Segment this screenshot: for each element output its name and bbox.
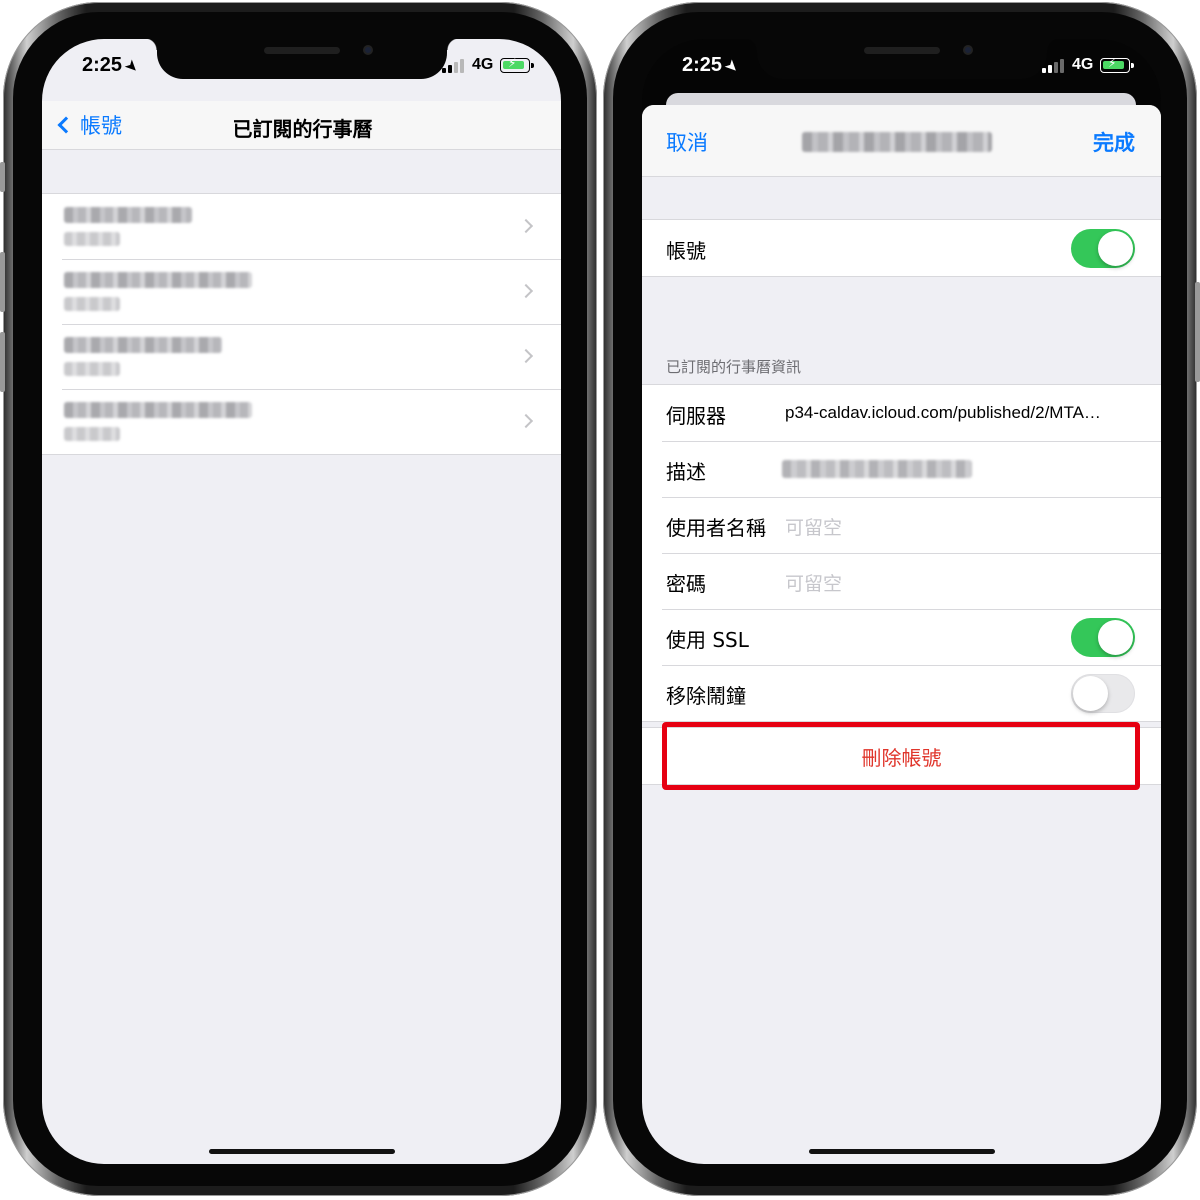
page-title: 已訂閱的行事曆 — [232, 117, 373, 141]
notch — [745, 39, 1059, 79]
account-toggle[interactable] — [1071, 229, 1135, 268]
server-cell[interactable]: 伺服器 p34-caldav.icloud.com/published/2/MT… — [642, 385, 1161, 441]
username-input[interactable]: 可留空 — [785, 513, 842, 540]
calendar-subtitle-redacted — [64, 232, 120, 246]
location-arrow-icon: ➤ — [722, 56, 743, 76]
battery-charging-icon: ⚡ — [1100, 56, 1134, 73]
red-highlight-box — [662, 722, 1140, 790]
calendar-title-redacted — [64, 337, 222, 353]
cancel-button[interactable]: 取消 — [666, 127, 708, 157]
password-input[interactable]: 可留空 — [785, 569, 842, 596]
home-indicator[interactable] — [809, 1149, 995, 1154]
front-camera — [363, 45, 373, 55]
toggle-knob — [1098, 620, 1133, 655]
server-label: 伺服器 — [666, 404, 726, 428]
remove-alarms-toggle[interactable] — [1071, 674, 1135, 713]
chevron-right-icon — [518, 218, 534, 234]
username-cell[interactable]: 使用者名稱 可留空 — [642, 497, 1161, 553]
calendar-subtitle-redacted — [64, 427, 120, 441]
navigation-bar: 帳號 已訂閱的行事曆 — [42, 101, 561, 150]
location-arrow-icon: ➤ — [122, 56, 143, 76]
ssl-cell: 使用 SSL — [642, 609, 1161, 665]
calendar-info-group: 伺服器 p34-caldav.icloud.com/published/2/MT… — [642, 384, 1161, 722]
account-label: 帳號 — [666, 239, 706, 263]
speaker-grille — [864, 47, 940, 54]
calendar-row[interactable] — [42, 194, 561, 259]
ssl-toggle[interactable] — [1071, 618, 1135, 657]
calendar-title-redacted — [64, 272, 252, 288]
description-cell[interactable]: 描述 — [642, 441, 1161, 497]
side-button — [1195, 282, 1200, 382]
section-header-calendar-info: 已訂閱的行事曆資訊 — [666, 358, 802, 376]
password-label: 密碼 — [666, 572, 706, 596]
toggle-knob — [1073, 676, 1108, 711]
volume-down-button — [0, 332, 5, 392]
modal-sheet: 取消 完成 帳號 已訂閱的行事曆資訊 伺服器 p34-caldav.icloud… — [642, 105, 1161, 1164]
chevron-right-icon — [518, 348, 534, 364]
username-label: 使用者名稱 — [666, 516, 766, 540]
remove-alarms-label: 移除鬧鐘 — [666, 684, 746, 708]
calendar-subtitle-redacted — [64, 362, 120, 376]
calendar-row[interactable] — [42, 389, 561, 454]
calendar-name-redacted — [802, 132, 992, 152]
phone-right: 2:25➤ 4G ⚡ 取消 完成 帳號 已訂閱的行事曆資訊 伺服器 p34-ca… — [603, 2, 1200, 1196]
description-label: 描述 — [666, 460, 706, 484]
calendar-row[interactable] — [42, 259, 561, 324]
mute-switch — [0, 162, 5, 192]
done-button[interactable]: 完成 — [1093, 127, 1135, 157]
remove-alarms-cell: 移除鬧鐘 — [642, 665, 1161, 721]
calendar-list — [42, 193, 561, 455]
network-type: 4G — [472, 56, 494, 73]
calendar-subtitle-redacted — [64, 297, 120, 311]
description-value-redacted[interactable] — [782, 460, 972, 478]
server-value[interactable]: p34-caldav.icloud.com/published/2/MTA… — [785, 403, 1137, 423]
screen-calendar-settings: 2:25➤ 4G ⚡ 取消 完成 帳號 已訂閱的行事曆資訊 伺服器 p34-ca… — [642, 39, 1161, 1164]
speaker-grille — [264, 47, 340, 54]
network-type: 4G — [1072, 56, 1094, 73]
navigation-bar: 取消 完成 — [642, 105, 1161, 177]
chevron-right-icon — [518, 283, 534, 299]
toggle-knob — [1098, 231, 1133, 266]
account-group: 帳號 — [642, 219, 1161, 277]
ssl-label: 使用 SSL — [666, 628, 749, 652]
phone-left: 2:25➤ 4G ⚡ 帳號 已訂閱的行事曆 — [0, 2, 597, 1196]
calendar-row[interactable] — [42, 324, 561, 389]
notch — [145, 39, 459, 79]
password-cell[interactable]: 密碼 可留空 — [642, 553, 1161, 609]
volume-up-button — [0, 252, 5, 312]
home-indicator[interactable] — [209, 1149, 395, 1154]
status-time: 2:25➤ — [82, 54, 143, 76]
battery-charging-icon: ⚡ — [500, 56, 534, 73]
status-time: 2:25➤ — [682, 54, 743, 76]
chevron-right-icon — [518, 413, 534, 429]
screen-subscribed-calendars: 2:25➤ 4G ⚡ 帳號 已訂閱的行事曆 — [42, 39, 561, 1164]
calendar-title-redacted — [64, 402, 252, 418]
front-camera — [963, 45, 973, 55]
account-cell: 帳號 — [642, 220, 1161, 276]
calendar-title-redacted — [64, 207, 192, 223]
